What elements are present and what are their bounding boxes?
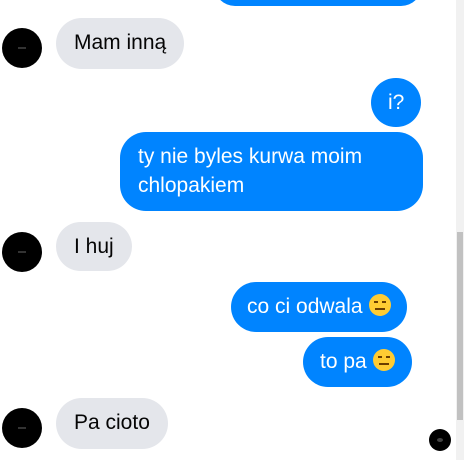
scrollbar-thumb[interactable] <box>457 232 463 420</box>
expressionless-face-icon <box>368 294 391 316</box>
message-bubble-outgoing[interactable]: to pa <box>303 337 412 387</box>
message-text: I huj <box>74 235 114 258</box>
message-text-line: chlopakiem <box>138 174 245 197</box>
message-text: i? <box>388 91 405 114</box>
message-bubble-incoming[interactable]: Mam inną <box>56 18 185 69</box>
message-bubble-outgoing[interactable]: ty nie byles kurwa moim chlopakiem <box>120 132 423 211</box>
message-bubble-outgoing[interactable]: i? <box>371 78 422 127</box>
message-bubble-incoming[interactable]: Pa cioto <box>56 398 168 449</box>
message-text-line: ty nie byles kurwa moim <box>138 145 363 168</box>
scrollbar[interactable] <box>456 0 464 460</box>
message-text: Pa cioto <box>74 411 150 434</box>
message-bubble-outgoing[interactable]: co ci odwala <box>231 282 407 332</box>
chat-thread: Mam inną i? ty nie byles kurwa moim chlo… <box>0 0 454 460</box>
message-text: to pa <box>320 350 367 373</box>
contact-avatar[interactable] <box>2 28 42 68</box>
message-text: co ci odwala <box>247 295 363 318</box>
contact-avatar[interactable] <box>2 408 42 448</box>
message-bubble-incoming[interactable]: I huj <box>56 222 132 271</box>
message-bubble-outgoing-partial[interactable] <box>214 0 422 6</box>
contact-avatar[interactable] <box>2 232 42 272</box>
message-text: Mam inną <box>74 31 167 54</box>
expressionless-face-icon <box>372 349 395 371</box>
seen-avatar-icon <box>429 429 451 451</box>
